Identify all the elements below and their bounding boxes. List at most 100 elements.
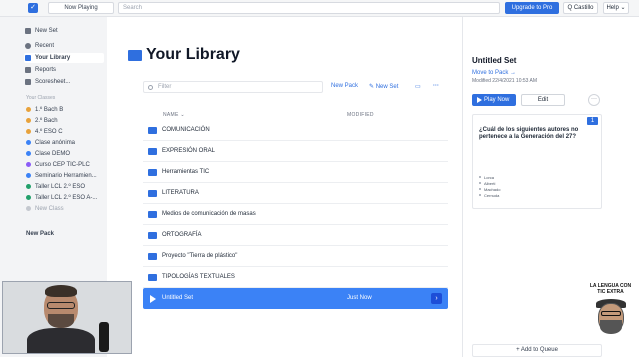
- chart-icon: [25, 67, 31, 73]
- folder-icon: [148, 169, 157, 176]
- set-modified: Just Now: [347, 295, 372, 301]
- folder-icon: [25, 55, 31, 61]
- folder-row[interactable]: LITERATURA: [143, 183, 448, 204]
- upgrade-button[interactable]: Upgrade to Pro: [505, 2, 559, 14]
- app-logo-icon[interactable]: ✓: [28, 3, 38, 13]
- logo-glasses: [601, 311, 621, 316]
- folder-icon: [148, 190, 157, 197]
- sidebar-item-reports[interactable]: Reports: [24, 65, 104, 75]
- search-input[interactable]: Search: [118, 2, 500, 14]
- play-now-button[interactable]: Play Now: [472, 94, 516, 106]
- folder-row[interactable]: Proyecto "Tierra de plástico": [143, 246, 448, 267]
- new-set-button[interactable]: ✎ New Set: [369, 83, 398, 90]
- webcam-overlay: [2, 281, 132, 354]
- class-color-dot: [26, 206, 31, 211]
- folder-name: Medios de comunicación de masas: [162, 211, 256, 217]
- channel-logo: LA LENGUA CON TIC EXTRA: [588, 283, 633, 353]
- class-color-dot: [26, 151, 31, 156]
- more-options-icon[interactable]: ···: [588, 94, 600, 106]
- microphone: [99, 322, 109, 352]
- sidebar-item-your-library[interactable]: Your Library: [24, 53, 104, 63]
- top-bar: ✓ Now Playing Search Upgrade to Pro Q Ca…: [0, 0, 639, 17]
- clock-icon: [25, 43, 31, 49]
- sidebar-item-new-set[interactable]: New Set: [24, 26, 104, 36]
- presenter-hair: [45, 285, 77, 297]
- class-color-dot: [26, 118, 31, 123]
- folder-icon: [148, 127, 157, 134]
- sidebar-item-recent[interactable]: Recent: [24, 41, 104, 51]
- grid-icon: [25, 79, 31, 85]
- class-color-dot: [26, 162, 31, 167]
- sidebar-class-item[interactable]: Clase DEMO: [24, 149, 104, 159]
- new-pack-button[interactable]: New Pack: [331, 83, 358, 89]
- play-now-label: Play Now: [484, 97, 510, 103]
- column-header-modified[interactable]: MODIFIED: [347, 112, 374, 118]
- folder-row[interactable]: EXPRESIÓN ORAL: [143, 141, 448, 162]
- chevron-right-icon[interactable]: ›: [431, 293, 442, 304]
- question-card[interactable]: 1 ¿Cuál de los siguientes autores no per…: [472, 114, 602, 209]
- folder-row[interactable]: Herramientas TIC: [143, 162, 448, 183]
- play-icon: [477, 97, 482, 103]
- now-playing-button[interactable]: Now Playing: [48, 2, 114, 14]
- answer-option: Cernuda: [479, 193, 499, 198]
- sidebar-class-item[interactable]: 2.º Bach: [24, 116, 104, 126]
- help-button[interactable]: Help ⌄: [603, 2, 629, 14]
- modified-date: Modified 22/4/2021 10:53 AM: [472, 78, 538, 84]
- sidebar-class-item[interactable]: Clase anónima: [24, 138, 104, 148]
- sidebar-class-item[interactable]: 1.º Bach B: [24, 105, 104, 115]
- sidebar-item-label: 1.º Bach B: [35, 107, 64, 113]
- move-to-pack-link[interactable]: Move to Pack →: [472, 70, 516, 76]
- class-color-dot: [26, 184, 31, 189]
- sidebar-item-label: Scoresheet...: [35, 79, 71, 85]
- folder-name: COMUNICACIÓN: [162, 127, 210, 133]
- sidebar-class-item[interactable]: Taller LCL 2.º ESO: [24, 182, 104, 192]
- folder-icon: [148, 148, 157, 155]
- search-icon: [148, 85, 153, 90]
- folder-name: LITERATURA: [162, 190, 199, 196]
- logo-beard: [600, 320, 622, 334]
- sidebar-class-item[interactable]: 4.º ESO C: [24, 127, 104, 137]
- sidebar-class-item[interactable]: New Class: [24, 204, 104, 214]
- folder-icon: [148, 253, 157, 260]
- classes-heading: Your Classes: [26, 95, 56, 101]
- presenter-beard: [48, 314, 74, 328]
- page-title-text: Your Library: [146, 46, 240, 63]
- new-pack-link[interactable]: New Pack: [26, 231, 54, 237]
- sidebar-class-item[interactable]: Curso CEP TIC-PLC: [24, 160, 104, 170]
- presenter-body: [27, 328, 95, 353]
- class-color-dot: [26, 195, 31, 200]
- sidebar-item-label: Reports: [35, 67, 57, 73]
- sidebar-item-label: Clase DEMO: [35, 151, 71, 157]
- edit-button[interactable]: Edit: [521, 94, 565, 106]
- play-icon[interactable]: [150, 295, 156, 303]
- filter-placeholder: Filter: [158, 84, 172, 90]
- sidebar-item-label: Curso CEP TIC-PLC: [35, 162, 90, 168]
- folder-icon: [148, 274, 157, 281]
- logo-text: LA LENGUA CON TIC EXTRA: [589, 283, 632, 295]
- sidebar-class-item[interactable]: Taller LCL 2.º ESO A-...: [24, 193, 104, 203]
- sidebar-class-item[interactable]: Seminario Herramien...: [24, 171, 104, 181]
- sidebar-item-label: Taller LCL 2.º ESO A-...: [35, 195, 98, 201]
- user-menu-button[interactable]: Q Castillo: [563, 2, 598, 14]
- folder-row[interactable]: TIPOLOGÍAS TEXTUALES: [143, 267, 448, 288]
- more-options-icon[interactable]: ···: [433, 83, 439, 89]
- new-set-label: New Set: [375, 84, 399, 90]
- new-folder-icon[interactable]: ▭: [415, 83, 421, 90]
- folder-row[interactable]: COMUNICACIÓN: [143, 120, 448, 141]
- edit-icon: ✎: [369, 84, 376, 90]
- presenter-glasses: [47, 302, 75, 309]
- sidebar-item-label: Recent: [35, 43, 55, 49]
- selected-set-row[interactable]: Untitled Set Just Now ›: [143, 288, 448, 309]
- folder-icon: [128, 50, 142, 61]
- class-color-dot: [26, 129, 31, 134]
- answer-option: Lorca: [479, 175, 494, 180]
- add-to-queue-button[interactable]: + Add to Queue: [472, 344, 602, 357]
- set-title: Untitled Set: [472, 56, 517, 65]
- sidebar-item-scoresheet[interactable]: Scoresheet...: [24, 77, 104, 87]
- filter-input[interactable]: Filter: [143, 81, 323, 93]
- folder-icon: [148, 232, 157, 239]
- folder-row[interactable]: ORTOGRAFÍA: [143, 225, 448, 246]
- folder-row[interactable]: Medios de comunicación de masas: [143, 204, 448, 225]
- column-header-name[interactable]: NAME ⌄: [163, 112, 185, 118]
- sidebar-item-label: 4.º ESO C: [35, 129, 63, 135]
